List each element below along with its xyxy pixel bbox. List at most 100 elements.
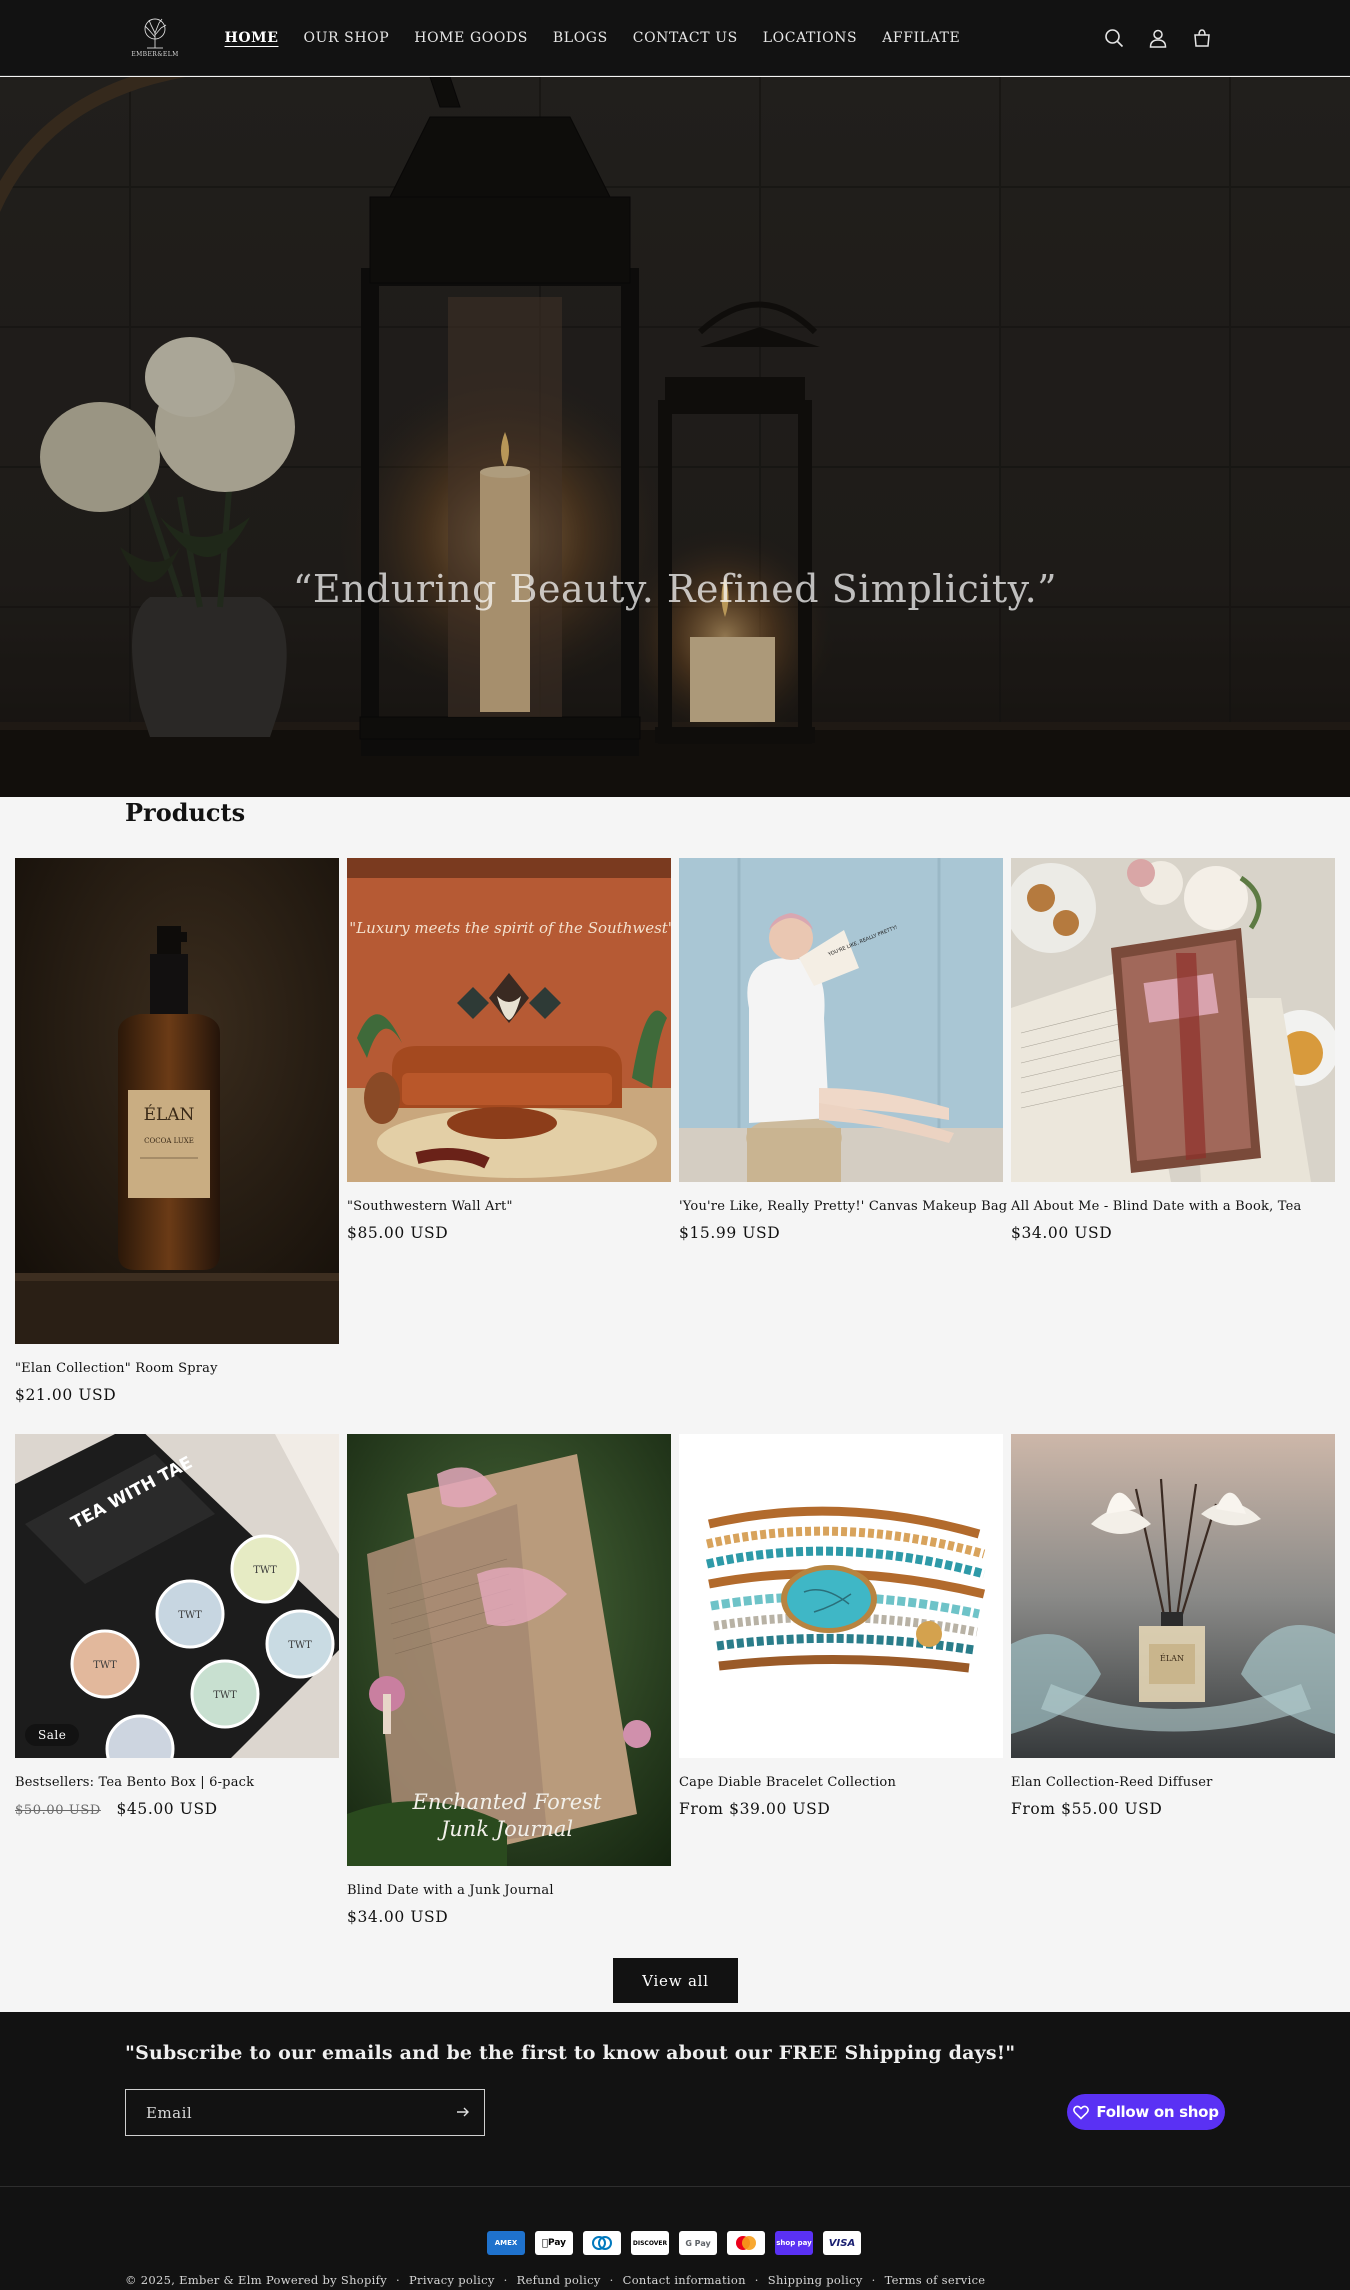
search-icon[interactable]	[1096, 20, 1132, 56]
price-value: $34.00 USD	[1011, 1224, 1113, 1242]
product-card[interactable]: "Luxury meets the spirit of the Southwes…	[347, 858, 671, 1242]
product-title[interactable]: Bestsellers: Tea Bento Box | 6-pack	[15, 1775, 339, 1790]
price-value: $85.00 USD	[347, 1224, 449, 1242]
hero-banner: “Enduring Beauty. Refined Simplicity.”	[0, 77, 1350, 797]
footer-link-refund[interactable]: Refund policy	[517, 2273, 601, 2287]
product-title[interactable]: Elan Collection-Reed Diffuser	[1011, 1775, 1335, 1790]
product-card[interactable]: ÉLAN COCOA LUXE "Elan Collection" Room S…	[15, 858, 339, 1404]
payment-icons: AMEX Pay DISCOVER G Pay shop pay VISA	[487, 2231, 861, 2255]
product-price: From $55.00 USD	[1011, 1800, 1335, 1818]
google-pay-icon: G Pay	[679, 2231, 717, 2255]
price-value: $15.99 USD	[679, 1224, 781, 1242]
arrow-right-icon[interactable]	[456, 2103, 470, 2122]
product-card[interactable]: ÉLAN Elan Collection-Reed Diffuser From …	[1011, 1434, 1335, 1818]
diners-club-icon	[583, 2231, 621, 2255]
footer-links: © 2025, Ember & Elm Powered by Shopify ·…	[125, 2273, 985, 2287]
nav-our-shop[interactable]: OUR SHOP	[291, 30, 402, 46]
newsletter-form	[125, 2089, 485, 2136]
tin-text: TWT	[178, 1610, 202, 1621]
product-price: $50.00 USD $45.00 USD	[15, 1800, 339, 1818]
nav-blogs[interactable]: BLOGS	[540, 30, 620, 46]
footer-link-contact[interactable]: Contact information	[623, 2273, 746, 2287]
link-separator: ·	[871, 2273, 876, 2287]
bottle-label: ÉLAN	[1160, 1654, 1184, 1663]
nav-contact-us[interactable]: CONTACT US	[620, 30, 750, 46]
product-image[interactable]	[1011, 858, 1335, 1182]
product-card[interactable]: All About Me - Blind Date with a Book, T…	[1011, 858, 1335, 1242]
nav-home-goods[interactable]: HOME GOODS	[402, 30, 541, 46]
discover-icon: DISCOVER	[631, 2231, 669, 2255]
product-title[interactable]: Cape Diable Bracelet Collection	[679, 1775, 1003, 1790]
follow-label: Follow on shop	[1096, 2103, 1219, 2121]
cart-icon[interactable]	[1184, 20, 1220, 56]
product-price: $34.00 USD	[1011, 1224, 1335, 1242]
link-separator: ·	[754, 2273, 759, 2287]
nav-affilate[interactable]: AFFILATE	[870, 30, 973, 46]
product-card[interactable]: Enchanted Forest Junk Journal Blind Date…	[347, 1434, 671, 1926]
heart-icon	[1073, 2105, 1090, 2120]
product-card[interactable]: TEA WITH TAE TWT TWT TWT TWT TWT Sale Be…	[15, 1434, 339, 1818]
tin-text: TWT	[93, 1660, 117, 1671]
account-icon[interactable]	[1140, 20, 1176, 56]
powered-by-link[interactable]: Powered by Shopify	[266, 2273, 387, 2287]
product-title[interactable]: All About Me - Blind Date with a Book, T…	[1011, 1199, 1335, 1214]
tree-logo-icon	[144, 18, 167, 48]
price-value: $34.00 USD	[347, 1908, 449, 1926]
journal-caption-line2: Junk Journal	[437, 1817, 573, 1841]
product-price: $85.00 USD	[347, 1224, 671, 1242]
logo-text: EMBER&ELM	[131, 50, 179, 58]
footer-link-privacy[interactable]: Privacy policy	[409, 2273, 495, 2287]
product-price: $34.00 USD	[347, 1908, 671, 1926]
price-value: $21.00 USD	[15, 1386, 117, 1404]
artwork-caption: "Luxury meets the spirit of the Southwes…	[349, 919, 671, 937]
product-card[interactable]: YOU'RE LIKE, REALLY PRETTY! 'You're Like…	[679, 858, 1007, 1242]
site-header: EMBER&ELM HOME OUR SHOP HOME GOODS BLOGS…	[0, 0, 1350, 76]
hero-quote: “Enduring Beauty. Refined Simplicity.”	[292, 567, 1058, 611]
copyright-text: © 2025, Ember & Elm	[125, 2273, 262, 2287]
product-image[interactable]: "Luxury meets the spirit of the Southwes…	[347, 858, 671, 1182]
footer-link-shipping[interactable]: Shipping policy	[768, 2273, 863, 2287]
shop-pay-icon: shop pay	[775, 2231, 813, 2255]
journal-caption-line1: Enchanted Forest	[412, 1790, 602, 1814]
amex-icon: AMEX	[487, 2231, 525, 2255]
sale-badge: Sale	[25, 1724, 80, 1746]
product-title[interactable]: Blind Date with a Junk Journal	[347, 1883, 671, 1898]
product-title[interactable]: 'You're Like, Really Pretty!' Canvas Mak…	[679, 1199, 1007, 1214]
price-value: From $55.00 USD	[1011, 1800, 1163, 1818]
sale-price: $45.00 USD	[116, 1800, 218, 1818]
footer-divider	[0, 2186, 1350, 2187]
product-card[interactable]: Cape Diable Bracelet Collection From $39…	[679, 1434, 1003, 1818]
mastercard-icon	[727, 2231, 765, 2255]
product-price: $15.99 USD	[679, 1224, 1003, 1242]
tin-text: TWT	[288, 1640, 312, 1651]
product-image[interactable]: YOU'RE LIKE, REALLY PRETTY!	[679, 858, 1003, 1182]
product-title[interactable]: "Elan Collection" Room Spray	[15, 1361, 339, 1376]
site-footer: "Subscribe to our emails and be the firs…	[0, 2012, 1350, 2290]
price-value: From $39.00 USD	[679, 1800, 831, 1818]
nav-locations[interactable]: LOCATIONS	[750, 30, 869, 46]
hero-image	[0, 77, 1350, 797]
footer-link-terms[interactable]: Terms of service	[885, 2273, 986, 2287]
link-separator: ·	[609, 2273, 614, 2287]
product-image[interactable]: Enchanted Forest Junk Journal	[347, 1434, 671, 1866]
tin-text: TWT	[253, 1565, 277, 1576]
product-image[interactable]	[679, 1434, 1003, 1758]
link-separator: ·	[503, 2273, 508, 2287]
store-logo[interactable]: EMBER&ELM	[130, 14, 180, 60]
email-input[interactable]	[146, 2103, 436, 2122]
follow-on-shop-button[interactable]: Follow on shop	[1067, 2094, 1225, 2130]
newsletter-heading: "Subscribe to our emails and be the firs…	[125, 2042, 1016, 2064]
tin-text: TWT	[213, 1690, 237, 1701]
nav-home[interactable]: HOME	[212, 30, 291, 46]
visa-icon: VISA	[823, 2231, 861, 2255]
product-title[interactable]: "Southwestern Wall Art"	[347, 1199, 671, 1214]
product-image[interactable]: ÉLAN COCOA LUXE	[15, 858, 339, 1344]
bottle-label: ÉLAN	[144, 1104, 195, 1125]
bottle-sublabel: COCOA LUXE	[144, 1137, 194, 1145]
product-image[interactable]: TEA WITH TAE TWT TWT TWT TWT TWT Sale	[15, 1434, 339, 1758]
product-price: From $39.00 USD	[679, 1800, 1003, 1818]
header-icons	[1096, 20, 1220, 56]
product-image[interactable]: ÉLAN	[1011, 1434, 1335, 1758]
products-heading: Products	[125, 798, 246, 827]
view-all-button[interactable]: View all	[613, 1958, 738, 2003]
